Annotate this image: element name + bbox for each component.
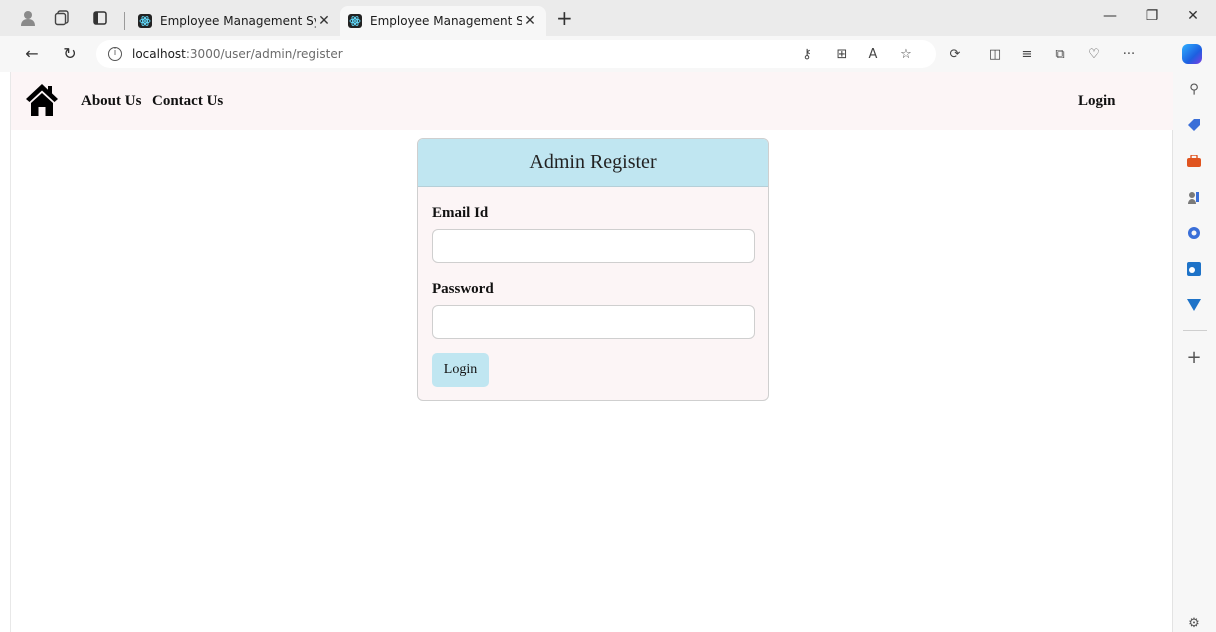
back-arrow-icon[interactable]: ←: [22, 44, 42, 63]
tools-briefcase-icon[interactable]: [1185, 152, 1203, 170]
site-navbar: About Us Contact Us Login: [11, 72, 1173, 130]
card-title: Admin Register: [418, 139, 768, 187]
email-label: Email Id: [432, 205, 489, 221]
key-icon[interactable]: ⚷: [798, 45, 816, 63]
browser-essentials-icon[interactable]: ♡: [1085, 45, 1103, 63]
about-us-link[interactable]: About Us: [81, 93, 141, 110]
copilot-icon[interactable]: [1182, 44, 1202, 64]
add-icon[interactable]: +: [1185, 347, 1203, 368]
favorites-icon[interactable]: ≡: [1018, 45, 1036, 63]
tab-actions-icon[interactable]: [90, 8, 110, 28]
search-icon[interactable]: ⚲: [1185, 80, 1203, 98]
new-tab-button[interactable]: +: [556, 8, 573, 28]
password-field[interactable]: [432, 305, 755, 339]
refresh-icon[interactable]: ↻: [60, 44, 80, 63]
tab-close-icon[interactable]: ✕: [522, 13, 538, 29]
collections-icon[interactable]: ⧉: [1051, 45, 1069, 63]
tab-title: Employee Management System /: [160, 14, 316, 28]
tab-title: Employee Management System /: [370, 14, 522, 28]
password-label: Password: [432, 281, 494, 297]
sidebar-divider: [1183, 330, 1207, 331]
office-icon[interactable]: [1185, 224, 1203, 242]
split-screen-icon[interactable]: ◫: [986, 45, 1004, 63]
email-field[interactable]: [432, 229, 755, 263]
more-menu-icon[interactable]: ···: [1120, 45, 1138, 63]
login-button[interactable]: Login: [432, 353, 489, 387]
edge-sidebar: ⚲ + ⚙: [1172, 72, 1216, 632]
tab-employee-management-1[interactable]: Employee Management System / ✕: [130, 6, 340, 36]
extensions-icon[interactable]: ⟳: [946, 45, 964, 63]
read-aloud-icon[interactable]: A: [864, 45, 882, 63]
home-icon[interactable]: [25, 82, 59, 118]
admin-register-card: Admin Register Email Id Password Login: [417, 138, 769, 401]
tab-divider: [124, 12, 125, 30]
minimize-button[interactable]: —: [1100, 8, 1120, 24]
page-viewport: About Us Contact Us Login Admin Register…: [10, 72, 1173, 632]
profile-icon[interactable]: [18, 8, 38, 28]
browser-toolbar: ← ↻ i localhost:3000/user/admin/register…: [0, 36, 1216, 72]
games-icon[interactable]: [1185, 188, 1203, 206]
contact-us-link[interactable]: Contact Us: [152, 93, 223, 110]
immersive-reader-icon[interactable]: ⊞: [833, 45, 851, 63]
favorite-star-icon[interactable]: ☆: [897, 45, 915, 63]
settings-gear-icon[interactable]: ⚙: [1185, 614, 1203, 632]
tab-employee-management-2[interactable]: Employee Management System / ✕: [340, 6, 546, 36]
react-favicon-icon: [348, 14, 362, 28]
tab-close-icon[interactable]: ✕: [316, 13, 332, 29]
browser-tab-bar: Employee Management System / ✕ Employee …: [0, 0, 1216, 36]
react-favicon-icon: [138, 14, 152, 28]
workspaces-icon[interactable]: [52, 8, 72, 28]
site-info-icon[interactable]: i: [108, 47, 122, 61]
navbar-login-link[interactable]: Login: [1078, 93, 1116, 110]
send-icon[interactable]: [1185, 296, 1203, 314]
url-text[interactable]: localhost:3000/user/admin/register: [132, 47, 343, 61]
outlook-icon[interactable]: [1185, 260, 1203, 278]
window-close-button[interactable]: ✕: [1183, 8, 1203, 24]
restore-button[interactable]: ❐: [1142, 8, 1162, 24]
shopping-tag-icon[interactable]: [1185, 116, 1203, 134]
